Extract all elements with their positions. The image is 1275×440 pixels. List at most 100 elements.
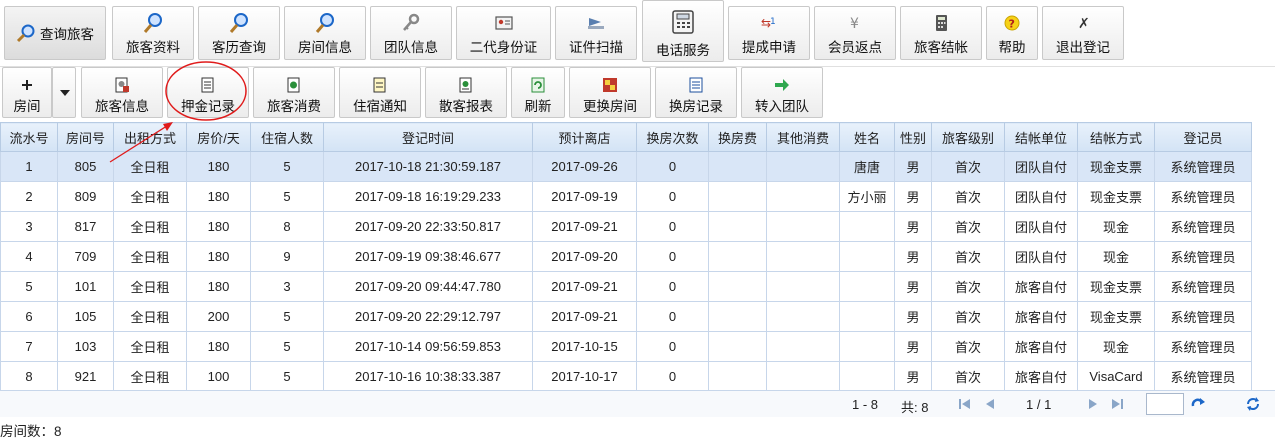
cell-billing-unit: 旅客自付: [1004, 361, 1078, 392]
guest-consumption-button[interactable]: 旅客消费: [253, 67, 335, 118]
reload-icon[interactable]: [1244, 395, 1262, 413]
next-page-icon[interactable]: [1085, 396, 1101, 412]
table-row[interactable]: 1 805 全日租 180 5 2017-10-18 21:30:59.187 2017-0…: [0, 151, 1252, 182]
cell-guest-level: 首次: [931, 301, 1005, 332]
guest-info2-button[interactable]: 旅客信息: [81, 67, 163, 118]
table-row[interactable]: 2 809 全日租 180 5 2017-09-18 16:19:29.233 2017-0…: [0, 181, 1252, 212]
cell-change-count: 0: [636, 151, 709, 182]
cell-room-no: 809: [57, 181, 114, 212]
cell-change-fee: [708, 181, 767, 212]
table-row[interactable]: 5 101 全日租 180 3 2017-09-20 09:44:47.780 2017-0…: [0, 271, 1252, 302]
search-guest-button[interactable]: 查询旅客: [4, 6, 106, 60]
cell-payment-method: 现金支票: [1077, 301, 1155, 332]
cell-registrar: 系统管理员: [1154, 331, 1252, 362]
cell-gender: 男: [894, 301, 932, 332]
cell-change-count: 0: [636, 271, 709, 302]
member-rebate-button[interactable]: ¥ 会员返点: [814, 6, 896, 60]
transfer-team-label: 转入团队: [755, 99, 809, 114]
col-registrar[interactable]: 登记员: [1154, 122, 1252, 152]
cell-payment-method: 现金支票: [1077, 181, 1155, 212]
cell-price: 180: [186, 241, 251, 272]
transfer-team-button[interactable]: 转入团队: [741, 67, 823, 118]
walkin-report-button[interactable]: 散客报表: [425, 67, 507, 118]
cell-serial: 7: [0, 331, 58, 362]
change-room-button[interactable]: 更换房间: [569, 67, 651, 118]
prev-page-icon[interactable]: [982, 396, 998, 412]
col-gender[interactable]: 性别: [894, 122, 932, 152]
help-button[interactable]: ? 帮助: [986, 6, 1038, 60]
cell-change-count: 0: [636, 301, 709, 332]
cell-name: 唐唐: [839, 151, 895, 182]
col-name[interactable]: 姓名: [839, 122, 895, 152]
stay-notice-label: 住宿通知: [353, 99, 407, 114]
col-payment-method[interactable]: 结帐方式: [1077, 122, 1155, 152]
room-button[interactable]: 房间: [2, 67, 52, 118]
cell-payment-method: VisaCard: [1077, 361, 1155, 392]
col-guest-level[interactable]: 旅客级别: [931, 122, 1005, 152]
scanner-icon: [588, 18, 604, 29]
col-rent-type[interactable]: 出租方式: [113, 122, 187, 152]
room-change-record-button[interactable]: 换房记录: [655, 67, 737, 118]
cell-guest-level: 首次: [931, 361, 1005, 392]
room-count-status: 房间数：8: [0, 424, 62, 439]
deposit-record-label: 押金记录: [181, 99, 235, 114]
col-price[interactable]: 房价/天: [186, 122, 251, 152]
id-card-label: 二代身份证: [469, 40, 538, 55]
cell-gender: 男: [894, 271, 932, 302]
arrow-icon: [775, 79, 789, 91]
table-row[interactable]: 3 817 全日租 180 8 2017-09-20 22:33:50.817 2017-0…: [0, 211, 1252, 242]
col-other-consumption[interactable]: 其他消费: [766, 122, 840, 152]
pager-total: 共: 8: [901, 400, 929, 415]
col-expected-checkout[interactable]: 预计离店: [532, 122, 637, 152]
cell-other-consumption: [766, 211, 840, 242]
svg-text:✗: ✗: [1078, 16, 1090, 32]
col-billing-unit[interactable]: 结帐单位: [1004, 122, 1078, 152]
scan-button[interactable]: 证件扫描: [555, 6, 637, 60]
room-info-button[interactable]: 房间信息: [284, 6, 366, 60]
cell-payment-method: 现金支票: [1077, 271, 1155, 302]
id-card-button[interactable]: 二代身份证: [456, 6, 551, 60]
col-checkin-time[interactable]: 登记时间: [323, 122, 533, 152]
history-query-button[interactable]: 客历查询: [198, 6, 280, 60]
document-icon: [201, 77, 214, 93]
last-page-icon[interactable]: [1109, 396, 1125, 412]
guest-info-label: 旅客资料: [126, 40, 180, 55]
guest-info-button[interactable]: 旅客资料: [112, 6, 194, 60]
magnifier-icon: [16, 24, 35, 43]
col-serial[interactable]: 流水号: [0, 122, 58, 152]
table-row[interactable]: 8 921 全日租 100 5 2017-10-16 10:38:33.387 2017-1…: [0, 361, 1252, 392]
svg-text:1: 1: [770, 17, 776, 27]
col-change-fee[interactable]: 换房费: [708, 122, 767, 152]
pager: 1 - 8 共: 8 1 / 1: [0, 390, 1275, 417]
table-row[interactable]: 7 103 全日租 180 5 2017-10-14 09:56:59.853 2017-1…: [0, 331, 1252, 362]
cell-serial: 6: [0, 301, 58, 332]
table-row[interactable]: 4 709 全日租 180 9 2017-09-19 09:38:46.677 2017-0…: [0, 241, 1252, 272]
exit-checkin-button[interactable]: ✗ 退出登记: [1042, 6, 1124, 60]
deposit-record-button[interactable]: 押金记录: [167, 67, 249, 118]
cell-registrar: 系统管理员: [1154, 241, 1252, 272]
cell-price: 180: [186, 181, 251, 212]
cell-gender: 男: [894, 181, 932, 212]
guest-checkout-button[interactable]: 旅客结帐: [900, 6, 982, 60]
refresh-button[interactable]: 刷新: [511, 67, 565, 118]
refresh-icon: [531, 77, 545, 93]
stay-notice-button[interactable]: 住宿通知: [339, 67, 421, 118]
first-page-icon[interactable]: [957, 396, 973, 412]
col-room-no[interactable]: 房间号: [57, 122, 114, 152]
commission-button[interactable]: ⇆ 1 提成申请: [728, 6, 810, 60]
col-guest-count[interactable]: 住宿人数: [250, 122, 324, 152]
scan-label: 证件扫描: [569, 40, 623, 55]
phone-service-button[interactable]: 电话服务: [642, 0, 724, 62]
cell-serial: 4: [0, 241, 58, 272]
page-number-input[interactable]: [1146, 393, 1184, 415]
phone-icon: [672, 10, 694, 34]
cell-room-no: 105: [57, 301, 114, 332]
go-page-icon[interactable]: [1189, 395, 1207, 413]
table-row[interactable]: 6 105 全日租 200 5 2017-09-20 22:29:12.797 2017-0…: [0, 301, 1252, 332]
calculator-icon: [936, 15, 947, 31]
room-dropdown-button[interactable]: [52, 67, 76, 118]
cell-billing-unit: 团队自付: [1004, 151, 1078, 182]
cell-checkin-time: 2017-09-19 09:38:46.677: [323, 241, 533, 272]
col-change-count[interactable]: 换房次数: [636, 122, 709, 152]
team-info-button[interactable]: 团队信息: [370, 6, 452, 60]
